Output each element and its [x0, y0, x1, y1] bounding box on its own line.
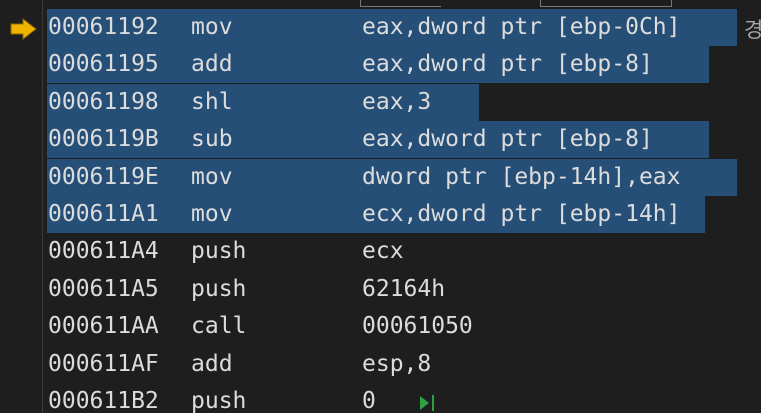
instruction-address: 00061195 [48, 51, 159, 78]
instruction-operands: dword ptr [ebp-14h],eax [362, 163, 681, 190]
instruction-row[interactable]: 000611AF add esp,8 [47, 346, 747, 383]
instruction-row[interactable]: 0006119E mov dword ptr [ebp-14h],eax [47, 158, 747, 196]
side-text: 경 [744, 18, 761, 42]
previous-line-fragment [360, 0, 441, 7]
instruction-mnemonic: add [191, 350, 233, 377]
instruction-address: 00061198 [48, 88, 159, 115]
arrow-right-icon [10, 17, 37, 41]
instruction-row[interactable]: 00061192 mov eax,dword ptr [ebp-0Ch] [47, 9, 747, 46]
instruction-mnemonic: mov [191, 201, 233, 227]
instruction-mnemonic: shl [191, 88, 233, 115]
instruction-operands: eax,dword ptr [ebp-8] [362, 126, 653, 153]
instruction-operands: ecx,dword ptr [ebp-14h] [362, 201, 681, 227]
instruction-address: 000611A1 [48, 201, 159, 227]
instruction-operands: 62164h [362, 275, 446, 302]
instruction-row[interactable]: 000611A1 mov ecx,dword ptr [ebp-14h] [47, 196, 747, 233]
instruction-operands: eax,dword ptr [ebp-8] [362, 51, 653, 78]
instruction-operands: eax,3 [362, 88, 432, 115]
instruction-row[interactable]: 000611B2 push 0 [47, 383, 747, 413]
instruction-address: 000611A5 [48, 275, 159, 302]
instruction-mnemonic: add [191, 51, 233, 78]
instruction-mnemonic: push [191, 275, 247, 302]
run-to-cursor-icon[interactable] [418, 393, 440, 413]
instruction-operands: 00061050 [362, 313, 473, 340]
breakpoint-gutter[interactable] [0, 0, 42, 413]
instruction-row[interactable]: 0006119B sub eax,dword ptr [ebp-8] [47, 121, 747, 159]
instruction-address: 0006119E [48, 163, 159, 190]
instruction-address: 000611A4 [48, 238, 159, 265]
instruction-operands: eax,dword ptr [ebp-0Ch] [362, 14, 681, 40]
instruction-address: 000611AF [48, 350, 159, 377]
instruction-address: 0006119B [48, 126, 159, 153]
instruction-row[interactable]: 00061198 shl eax,3 [47, 83, 747, 121]
instruction-row[interactable]: 000611A4 push ecx [47, 233, 747, 270]
instruction-mnemonic: mov [191, 163, 233, 190]
instruction-mnemonic: call [191, 313, 247, 340]
instruction-mnemonic: sub [191, 126, 233, 153]
instruction-row[interactable]: 000611AA call 00061050 [47, 308, 747, 345]
previous-line-fragment-2 [540, 0, 672, 7]
instruction-row[interactable]: 00061195 add eax,dword ptr [ebp-8] [47, 46, 747, 84]
instruction-address: 00061192 [48, 14, 159, 40]
disassembly-window: 00061192 mov eax,dword ptr [ebp-0Ch] 000611… [0, 0, 761, 413]
instruction-row[interactable]: 000611A5 push 62164h [47, 271, 747, 308]
gutter-divider [42, 0, 43, 413]
instruction-mnemonic: push [191, 238, 247, 265]
instruction-address: 000611AA [48, 313, 159, 340]
instruction-operands: 0 [362, 388, 376, 413]
instruction-operands: esp,8 [362, 350, 432, 377]
instruction-mnemonic: mov [191, 14, 233, 40]
instruction-operands: ecx [362, 238, 404, 265]
instruction-mnemonic: push [191, 388, 247, 413]
instruction-address: 000611B2 [48, 388, 159, 413]
